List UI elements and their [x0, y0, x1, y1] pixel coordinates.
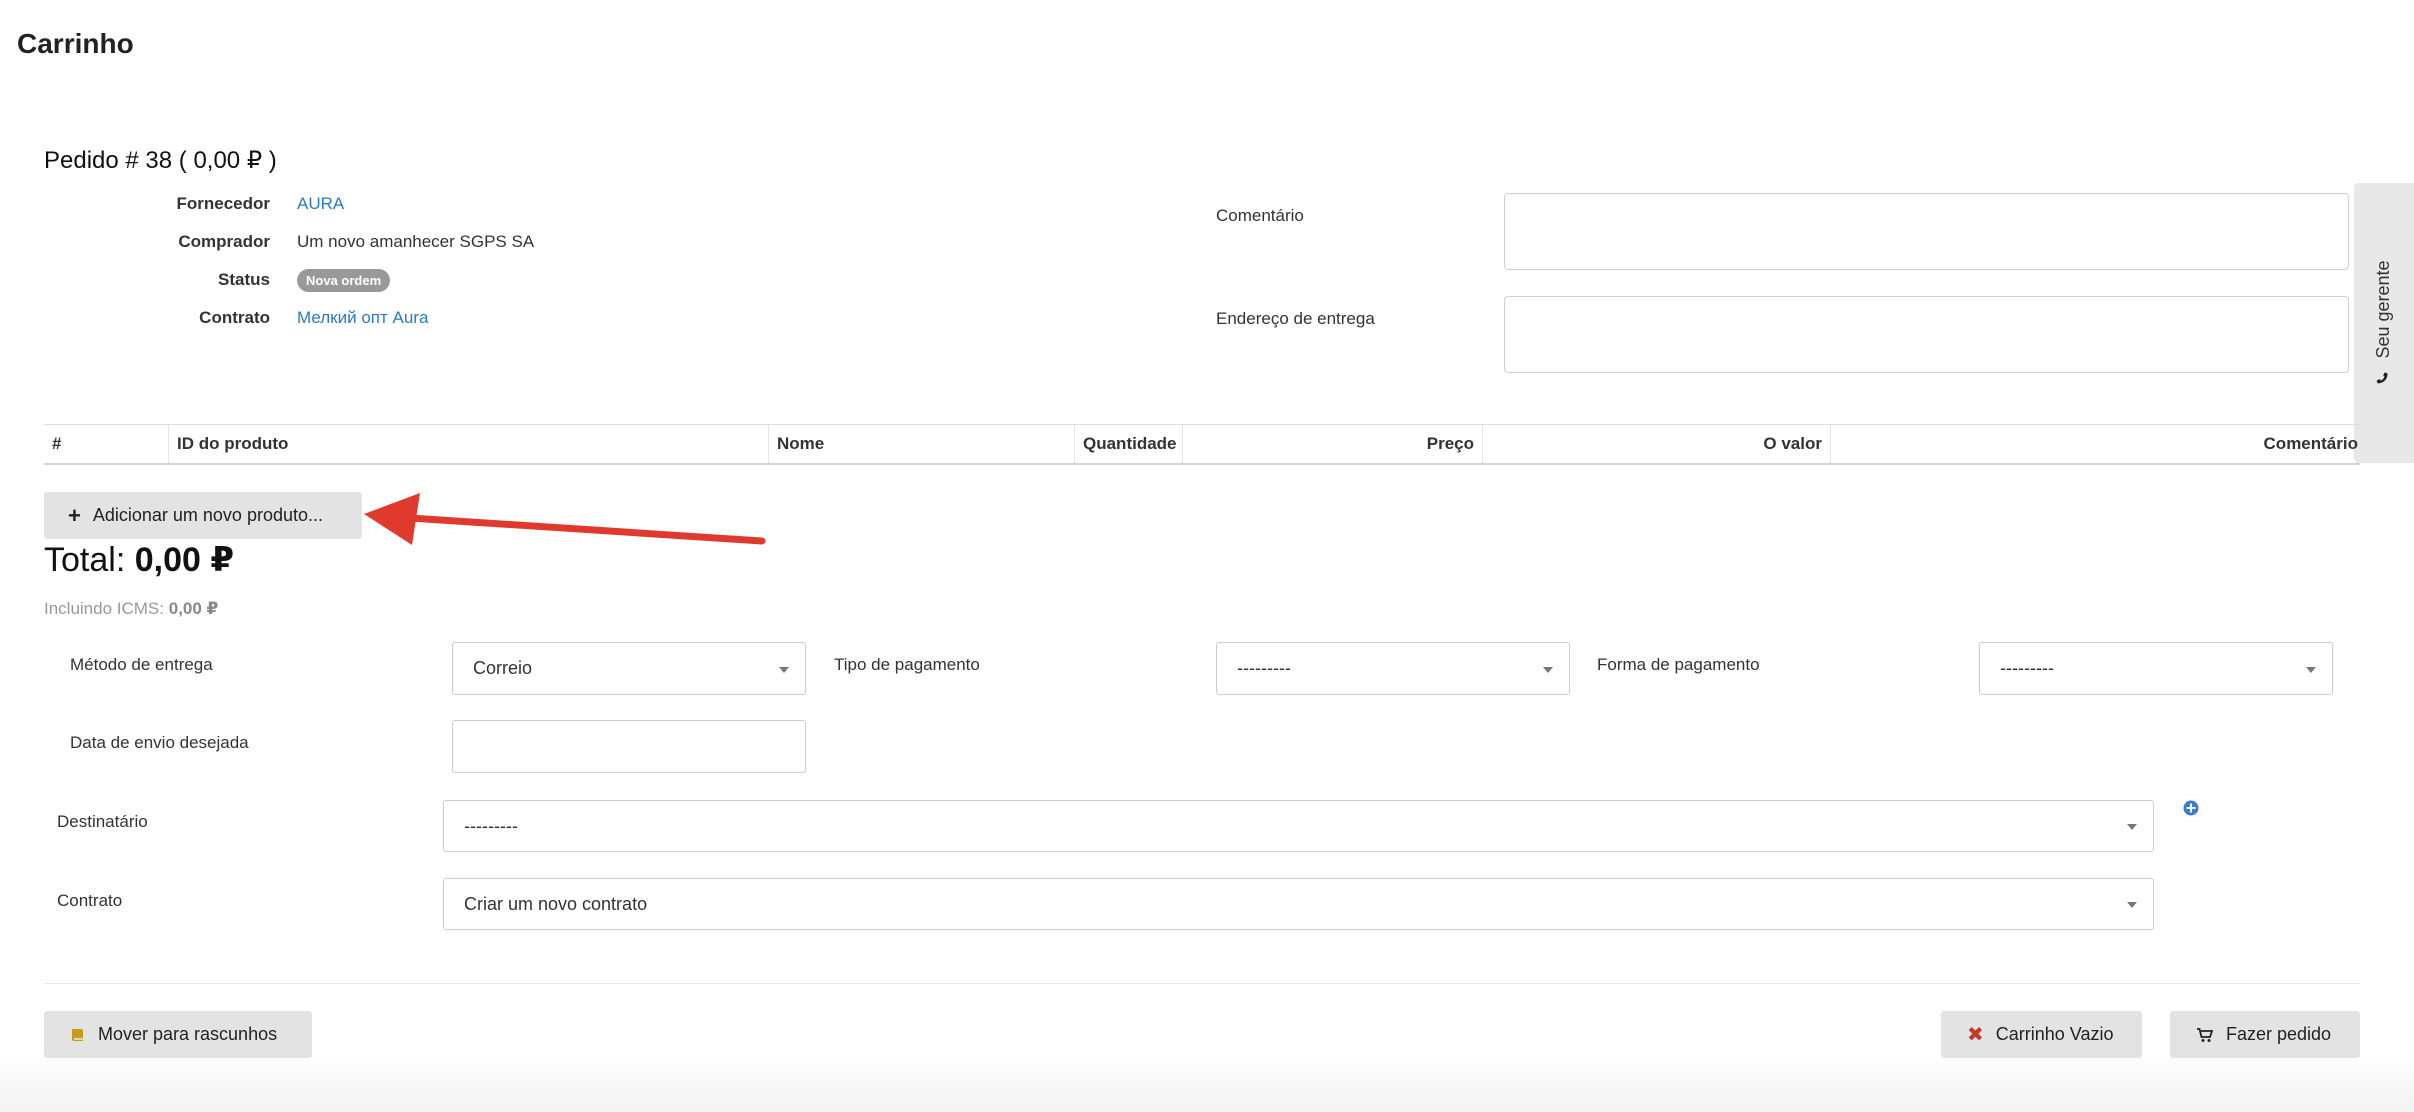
payment-form-label: Forma de pagamento [1597, 655, 1760, 674]
delivery-method-select[interactable]: Correio [452, 642, 806, 695]
total-value: 0,00 ₽ [134, 541, 234, 579]
comment-field[interactable] [1504, 193, 2349, 270]
total-label: Total: [44, 541, 126, 579]
col-product-id: ID do produto [168, 425, 768, 463]
delivery-address-label: Endereço de entrega [1216, 309, 1375, 328]
order-title: Pedido # 38 ( 0,00 ₽ ) [44, 147, 277, 174]
supplier-link[interactable]: AURA [297, 194, 344, 214]
chevron-down-icon [2306, 666, 2316, 673]
contract-link[interactable]: Мелкий опт Aura [297, 308, 428, 328]
contract-label: Contrato [57, 891, 123, 910]
recipient-select[interactable]: --------- [443, 800, 2154, 852]
chevron-down-icon [2127, 824, 2137, 830]
add-product-label: Adicionar um novo produto... [92, 505, 323, 525]
payment-form-value: --------- [2000, 658, 2054, 678]
col-quantity: Quantidade [1074, 425, 1182, 463]
place-order-button[interactable]: Fazer pedido [2170, 1011, 2360, 1058]
contract-info-label: Contrato [199, 308, 270, 327]
col-comment: Comentário [1830, 425, 2360, 463]
chevron-down-icon [1543, 666, 1553, 673]
manager-side-tab[interactable]: Seu gerente [2354, 183, 2414, 463]
payment-type-value: --------- [1237, 658, 1291, 678]
supplier-label: Fornecedor [176, 194, 270, 213]
chevron-down-icon [2127, 902, 2137, 908]
status-label: Status [218, 270, 270, 289]
add-product-button[interactable]: + Adicionar um novo produto... [44, 492, 362, 539]
chevron-down-icon [779, 666, 789, 673]
comment-label: Comentário [1216, 206, 1304, 225]
payment-type-select[interactable]: --------- [1216, 642, 1570, 695]
col-value: O valor [1482, 425, 1830, 463]
empty-cart-label: Carrinho Vazio [1995, 1024, 2114, 1044]
delivery-method-label: Método de entrega [70, 655, 213, 674]
move-to-drafts-button[interactable]: Mover para rascunhos [44, 1011, 312, 1058]
icms-value: 0,00 ₽ [168, 599, 219, 618]
buyer-value: Um novo amanhecer SGPS SA [297, 232, 535, 251]
contract-select[interactable]: Criar um novo contrato [443, 878, 2154, 930]
manager-tab-label: Seu gerente [2373, 260, 2394, 359]
book-icon [72, 1028, 83, 1041]
col-number: # [52, 434, 62, 453]
ship-date-input[interactable] [452, 720, 806, 773]
empty-cart-button[interactable]: ✖ Carrinho Vazio [1941, 1011, 2142, 1058]
divider [44, 983, 2360, 984]
payment-form-select[interactable]: --------- [1979, 642, 2333, 695]
delivery-method-value: Correio [473, 658, 533, 678]
plus-icon: + [68, 502, 81, 528]
close-icon: ✖ [1967, 1023, 1984, 1046]
icms-info: Incluindo ICMS: 0,00 ₽ [44, 599, 218, 619]
annotation-arrow-icon [364, 493, 766, 545]
recipient-value: --------- [464, 815, 518, 836]
add-recipient-icon[interactable] [2183, 800, 2199, 816]
order-total: Total: 0,00 ₽ [44, 540, 234, 580]
page-title: Carrinho [17, 28, 134, 59]
ship-date-label: Data de envio desejada [70, 733, 249, 752]
shopping-cart-icon [2197, 1027, 2214, 1042]
delivery-address-field[interactable] [1504, 296, 2349, 373]
footer-background [0, 1050, 2414, 1112]
move-to-drafts-label: Mover para rascunhos [98, 1024, 278, 1044]
col-name: Nome [768, 425, 1074, 463]
col-price: Preço [1182, 425, 1482, 463]
buyer-label: Comprador [178, 232, 270, 251]
place-order-label: Fazer pedido [2226, 1024, 2332, 1044]
phone-icon [2374, 372, 2395, 386]
products-table-header: # ID do produto Nome Quantidade Preço O … [44, 424, 2360, 465]
status-badge: Nova ordem [297, 269, 391, 292]
recipient-label: Destinatário [57, 812, 148, 831]
icms-label: Incluindo ICMS: [44, 599, 164, 618]
payment-type-label: Tipo de pagamento [834, 655, 980, 674]
contract-value: Criar um novo contrato [464, 893, 648, 914]
status-badge-text: Nova ordem [297, 269, 391, 292]
